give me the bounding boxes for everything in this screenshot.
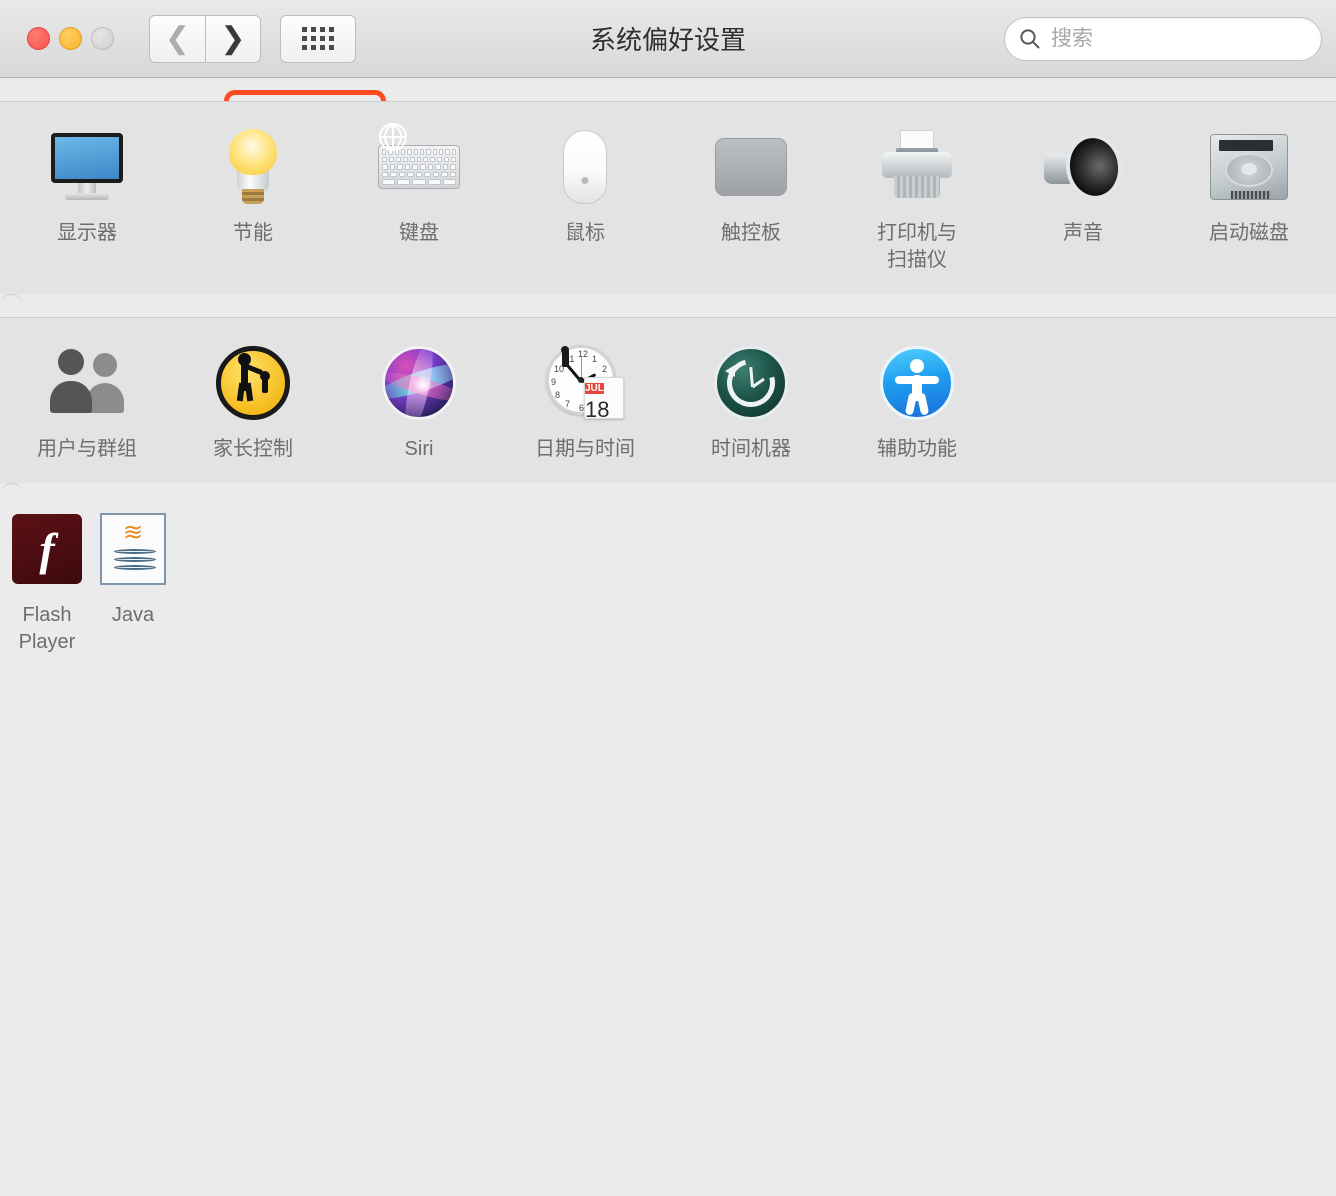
- pref-item-label: 键盘: [399, 222, 439, 244]
- pref-item-label: Flash Player: [18, 604, 76, 653]
- search-field[interactable]: [1004, 16, 1322, 61]
- traffic-light-group: [27, 27, 114, 50]
- pref-item-label: 显示器: [57, 222, 117, 244]
- calendar-day: 18: [585, 397, 610, 419]
- pref-item-label: 辅助功能: [877, 438, 957, 460]
- pref-item-label: 启动磁盘: [1209, 222, 1289, 244]
- pref-item-empty: [1000, 336, 1166, 467]
- java-icon: ≋: [92, 508, 174, 590]
- accessibility-icon: [876, 342, 958, 424]
- trackpad-icon: [710, 126, 792, 208]
- pref-item-startup-disk[interactable]: 启动磁盘: [1166, 120, 1332, 278]
- flash-glyph: f: [12, 514, 82, 584]
- siri-icon: [378, 342, 460, 424]
- pref-item-siri[interactable]: Siri: [336, 336, 502, 467]
- pref-item-energy-saver[interactable]: 节能: [170, 120, 336, 278]
- mouse-icon: [544, 126, 626, 208]
- preferences-band-personal: File New Ope 通用 桌面与 屏幕保护程序 程序坞: [0, 78, 684, 274]
- pref-item-mouse[interactable]: 鼠标: [502, 120, 668, 278]
- startup-disk-icon: [1208, 126, 1290, 208]
- time-machine-icon: [710, 342, 792, 424]
- pref-item-printers-scanners[interactable]: 打印机与 扫描仪: [834, 120, 1000, 278]
- preference-row: 显示器 节能 键盘 鼠标 触控板 打印机与 扫描仪 声音 启动磁盘: [0, 102, 1336, 294]
- pref-item-label: 家长控制: [213, 438, 293, 460]
- clock-hour-1: 1: [592, 354, 598, 364]
- pref-item-empty: [1166, 336, 1332, 467]
- clock-hour-2: 2: [602, 364, 608, 374]
- minimize-button[interactable]: [59, 27, 82, 50]
- pref-item-label: 时间机器: [711, 438, 791, 460]
- pref-item-sound[interactable]: 声音: [1000, 120, 1166, 278]
- pref-item-label: 打印机与 扫描仪: [877, 222, 957, 271]
- pref-item-label: 鼠标: [565, 222, 605, 244]
- users-groups-icon: [46, 342, 128, 424]
- search-input[interactable]: [1051, 26, 1307, 51]
- pref-item-trackpad[interactable]: 触控板: [668, 120, 834, 278]
- parental-controls-icon: [212, 342, 294, 424]
- flash-player-icon: f: [6, 508, 88, 590]
- calendar-month: JUL: [585, 383, 604, 394]
- clock-hour-9: 9: [551, 377, 557, 387]
- date-time-icon: 12 1 2 3 4 5 6 7 8 9 10 11: [544, 342, 626, 424]
- preference-row: f Flash Player ≋ Java: [0, 484, 166, 676]
- pref-item-label: 日期与时间: [535, 438, 635, 460]
- close-button[interactable]: [27, 27, 50, 50]
- clock-hour-8: 8: [555, 390, 561, 400]
- pref-item-flash-player[interactable]: f Flash Player: [4, 502, 90, 660]
- zoom-button[interactable]: [91, 27, 114, 50]
- preferences-band-system: 用户与群组 家长控制 Siri 12 1 2 6 7 8 9 10 11 JUL…: [0, 317, 1336, 483]
- clock-hour-7: 7: [565, 399, 571, 409]
- window-titlebar: ❮ ❯ 系统偏好设置: [0, 0, 1336, 78]
- preferences-band-other: f Flash Player ≋ Java: [0, 483, 166, 653]
- back-button[interactable]: ❮: [149, 14, 205, 63]
- pref-item-label: 触控板: [721, 222, 781, 244]
- pref-item-label: 声音: [1063, 222, 1103, 244]
- pref-item-java[interactable]: ≋ Java: [90, 502, 176, 660]
- energy-saver-icon: [212, 126, 294, 208]
- chevron-left-icon: ❮: [164, 20, 191, 56]
- pref-item-label: 节能: [233, 222, 273, 244]
- pref-item-label: Java: [111, 604, 155, 626]
- printers-scanners-icon: [876, 126, 958, 208]
- displays-icon: [46, 126, 128, 208]
- pref-item-time-machine[interactable]: 时间机器: [668, 336, 834, 467]
- pref-item-users-groups[interactable]: 用户与群组: [4, 336, 170, 467]
- pref-item-displays[interactable]: 显示器: [4, 120, 170, 278]
- java-steam-glyph: ≋: [122, 519, 144, 546]
- pref-item-empty: [196, 502, 200, 660]
- clock-hour-12: 12: [578, 349, 589, 359]
- pref-item-date-time[interactable]: 12 1 2 3 4 5 6 7 8 9 10 11: [502, 336, 668, 467]
- preferences-band-hardware: 显示器 节能 键盘 鼠标 触控板 打印机与 扫描仪 声音 启动磁盘: [0, 101, 1336, 294]
- pref-item-parental-controls[interactable]: 家长控制: [170, 336, 336, 467]
- forward-button[interactable]: ❯: [205, 14, 261, 63]
- chevron-right-icon: ❯: [220, 20, 246, 56]
- sound-icon: [1042, 126, 1127, 208]
- preference-row: 用户与群组 家长控制 Siri 12 1 2 6 7 8 9 10 11 JUL…: [0, 318, 1336, 483]
- pref-item-label: 用户与群组: [37, 438, 137, 460]
- search-icon: [1020, 28, 1040, 48]
- pref-item-label: Siri: [404, 438, 434, 460]
- navigation-buttons: ❮ ❯: [149, 14, 261, 63]
- show-all-button[interactable]: [280, 14, 356, 63]
- grid-dots-icon: [302, 27, 334, 50]
- pref-item-keyboard[interactable]: 键盘: [336, 120, 502, 278]
- pref-item-accessibility[interactable]: 辅助功能: [834, 336, 1000, 467]
- preferences-band-internet: iCloud @ 互联网 帐户 软件更新: [0, 294, 600, 464]
